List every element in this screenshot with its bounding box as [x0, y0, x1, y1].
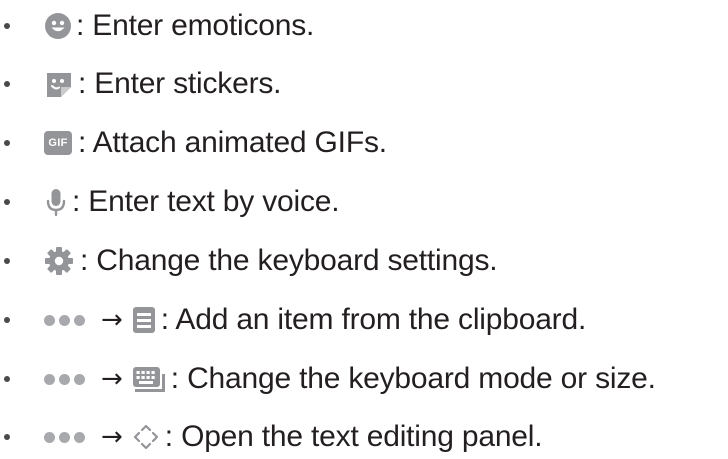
- more-dots-icon: [44, 314, 91, 326]
- list-item-text: : Change the keyboard settings.: [80, 244, 498, 277]
- sticker-icon: [44, 70, 74, 98]
- list-item-content: → : Open the text editing panel.: [44, 417, 543, 457]
- list-item-content: : Change the keyboard settings.: [44, 241, 498, 281]
- text-editing-icon: [131, 422, 161, 452]
- microphone-icon: [44, 187, 68, 217]
- list-item-text: : Enter emoticons.: [76, 9, 315, 42]
- bullet: [4, 81, 10, 87]
- more-dots-icon: [44, 431, 91, 443]
- bullet: [4, 140, 10, 146]
- list-item-text-editing: → : Open the text editing panel.: [0, 417, 728, 457]
- bullet: [4, 199, 10, 205]
- list-item-content: : Enter text by voice.: [44, 182, 340, 222]
- arrow: →: [101, 422, 123, 452]
- bullet: [4, 434, 10, 440]
- list-item-content: : Enter stickers.: [44, 64, 282, 104]
- gif-icon-label: GIF: [48, 136, 68, 149]
- list-item-voice: : Enter text by voice.: [0, 182, 728, 222]
- bullet: [4, 317, 10, 323]
- list-item-text: : Open the text editing panel.: [164, 420, 543, 453]
- list-item-text: : Enter stickers.: [78, 67, 282, 100]
- list-item-text: : Change the keyboard mode or size.: [170, 362, 656, 395]
- more-dots-icon: [44, 373, 91, 385]
- arrow: →: [101, 305, 123, 335]
- emoticon-icon: [44, 12, 72, 40]
- list-item-stickers: : Enter stickers.: [0, 64, 728, 104]
- bullet: [4, 376, 10, 382]
- list-item-content: : Enter emoticons.: [44, 6, 314, 46]
- keyboard-icon: [131, 364, 167, 394]
- list-item-emoticons: : Enter emoticons.: [0, 6, 728, 46]
- list-item-settings: : Change the keyboard settings.: [0, 241, 728, 281]
- bullet: [4, 258, 10, 264]
- list-item-text: : Enter text by voice.: [72, 185, 340, 218]
- bullet: [4, 23, 10, 29]
- list-item-content: GIF : Attach animated GIFs.: [44, 123, 387, 163]
- list-item-gifs: GIF : Attach animated GIFs.: [0, 123, 728, 163]
- gif-icon: GIF: [44, 131, 72, 155]
- list-item-clipboard: → : Add an item from the clipboard.: [0, 300, 728, 340]
- list-item-text: : Add an item from the clipboard.: [160, 303, 587, 336]
- list-item-keyboard-mode: →: Change the keyboard mode or size.: [0, 359, 728, 399]
- clipboard-icon: [131, 305, 157, 335]
- list-item-content: →: Change the keyboard mode or size.: [44, 359, 656, 399]
- arrow: →: [101, 364, 123, 394]
- list-item-text: : Attach animated GIFs.: [78, 126, 387, 159]
- gear-icon: [44, 246, 74, 276]
- keyboard-toolbar-help-list: : Enter emoticons. : Enter stickers. GIF: [0, 0, 728, 459]
- list-item-content: → : Add an item from the clipboard.: [44, 300, 586, 340]
